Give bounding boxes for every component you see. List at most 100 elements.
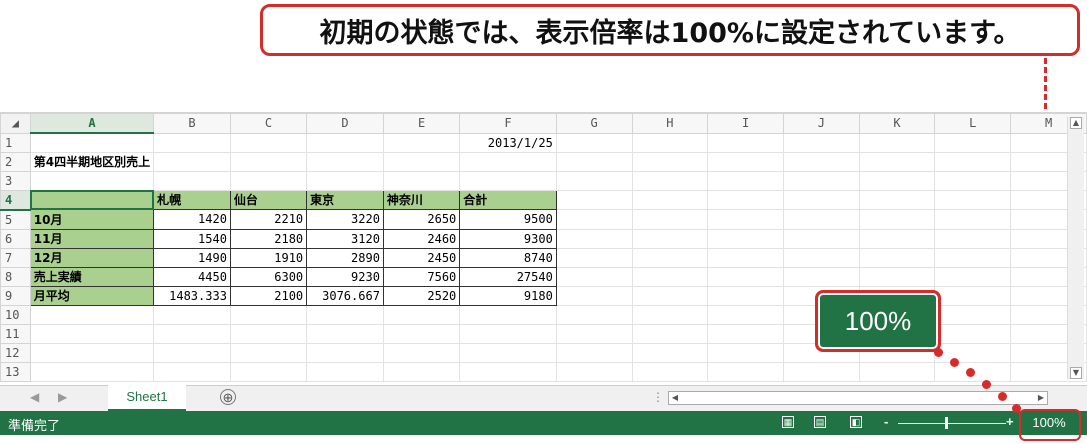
cell-d7[interactable]: 2890 [306,247,384,268]
empty-cell[interactable] [782,151,860,172]
empty-cell[interactable] [934,342,1012,363]
row-header[interactable]: 1 [0,132,31,153]
empty-cell[interactable] [707,266,784,287]
empty-cell[interactable] [858,189,936,210]
page-break-preview-icon[interactable]: ◧ [850,416,862,428]
cell-a9[interactable]: 月平均 [29,285,155,306]
empty-cell[interactable] [631,304,709,325]
cell-b2[interactable] [153,151,231,172]
cell-e12[interactable] [382,342,461,363]
cell-b5[interactable]: 1420 [153,209,231,230]
empty-cell[interactable] [782,170,860,191]
cell-a11[interactable] [29,323,155,344]
empty-cell[interactable] [858,209,936,230]
cell-f2[interactable] [459,151,557,172]
cell-f1[interactable]: 2013/1/25 [459,132,557,153]
empty-cell[interactable] [707,170,784,191]
cell-d12[interactable] [306,342,384,363]
empty-cell[interactable] [782,228,860,249]
cell-f3[interactable] [459,170,557,191]
empty-cell[interactable] [555,132,633,153]
empty-cell[interactable] [782,266,860,287]
row-header[interactable]: 12 [0,342,31,363]
cell-a10[interactable] [29,304,155,325]
cell-c7[interactable]: 1910 [229,247,308,268]
empty-cell[interactable] [707,209,784,230]
empty-cell[interactable] [858,361,936,382]
cell-b8[interactable]: 4450 [153,266,231,287]
cell-a13[interactable] [29,361,155,382]
empty-cell[interactable] [782,132,860,153]
cell-f6[interactable]: 9300 [459,228,557,249]
empty-cell[interactable] [858,132,936,153]
empty-cell[interactable] [555,228,633,249]
empty-cell[interactable] [555,189,633,210]
empty-cell[interactable] [858,151,936,172]
zoom-slider[interactable] [898,423,1006,424]
cell-d10[interactable] [306,304,384,325]
cell-f7[interactable]: 8740 [459,247,557,268]
cell-a8[interactable]: 売上実績 [29,266,155,287]
empty-cell[interactable] [631,323,709,344]
scroll-up-icon[interactable]: ▲ [1070,117,1082,129]
empty-cell[interactable] [934,132,1012,153]
empty-cell[interactable] [782,247,860,268]
column-header-j[interactable]: J [782,113,860,134]
cell-f4[interactable]: 合計 [459,189,557,210]
empty-cell[interactable] [707,285,784,306]
scroll-right-icon[interactable]: ▶ [1035,392,1047,404]
empty-cell[interactable] [631,132,709,153]
row-header[interactable]: 3 [0,170,31,191]
page-layout-view-icon[interactable]: ▤ [814,416,826,428]
empty-cell[interactable] [631,209,709,230]
cell-e11[interactable] [382,323,461,344]
cell-c4[interactable]: 仙台 [229,189,308,210]
cell-b12[interactable] [153,342,231,363]
cell-e9[interactable]: 2520 [382,285,461,306]
empty-cell[interactable] [782,189,860,210]
cell-f13[interactable] [459,361,557,382]
tab-splitter-icon[interactable]: ⋮ [652,390,664,404]
empty-cell[interactable] [555,323,633,344]
column-header-e[interactable]: E [382,113,461,134]
horizontal-scrollbar[interactable]: ◀ ▶ [668,391,1048,405]
empty-cell[interactable] [934,285,1012,306]
cell-d5[interactable]: 3220 [306,209,384,230]
empty-cell[interactable] [858,247,936,268]
empty-cell[interactable] [707,342,784,363]
empty-cell[interactable] [631,342,709,363]
cell-b1[interactable] [153,132,231,153]
empty-cell[interactable] [707,304,784,325]
empty-cell[interactable] [555,342,633,363]
zoom-slider-thumb[interactable] [945,417,948,429]
empty-cell[interactable] [934,151,1012,172]
empty-cell[interactable] [555,266,633,287]
cell-c12[interactable] [229,342,308,363]
cell-c1[interactable] [229,132,308,153]
cell-c5[interactable]: 2210 [229,209,308,230]
cell-e8[interactable]: 7560 [382,266,461,287]
vertical-scrollbar[interactable]: ▲ ▼ [1067,117,1084,379]
cell-a12[interactable] [29,342,155,363]
cell-f11[interactable] [459,323,557,344]
tab-prev-icon[interactable]: ◀ [30,390,39,404]
cell-b10[interactable] [153,304,231,325]
column-header-b[interactable]: B [153,113,231,134]
empty-cell[interactable] [934,189,1012,210]
cell-d11[interactable] [306,323,384,344]
cell-a3[interactable] [29,170,155,191]
empty-cell[interactable] [631,361,709,382]
cell-c3[interactable] [229,170,308,191]
cell-b7[interactable]: 1490 [153,247,231,268]
row-header[interactable]: 7 [0,247,31,268]
column-header-d[interactable]: D [306,113,384,134]
column-header-a[interactable]: A [29,113,155,134]
cell-c2[interactable] [229,151,308,172]
empty-cell[interactable] [934,170,1012,191]
empty-cell[interactable] [631,247,709,268]
zoom-out-button[interactable]: - [884,414,888,429]
cell-b6[interactable]: 1540 [153,228,231,249]
empty-cell[interactable] [555,361,633,382]
cell-c11[interactable] [229,323,308,344]
cell-e7[interactable]: 2450 [382,247,461,268]
